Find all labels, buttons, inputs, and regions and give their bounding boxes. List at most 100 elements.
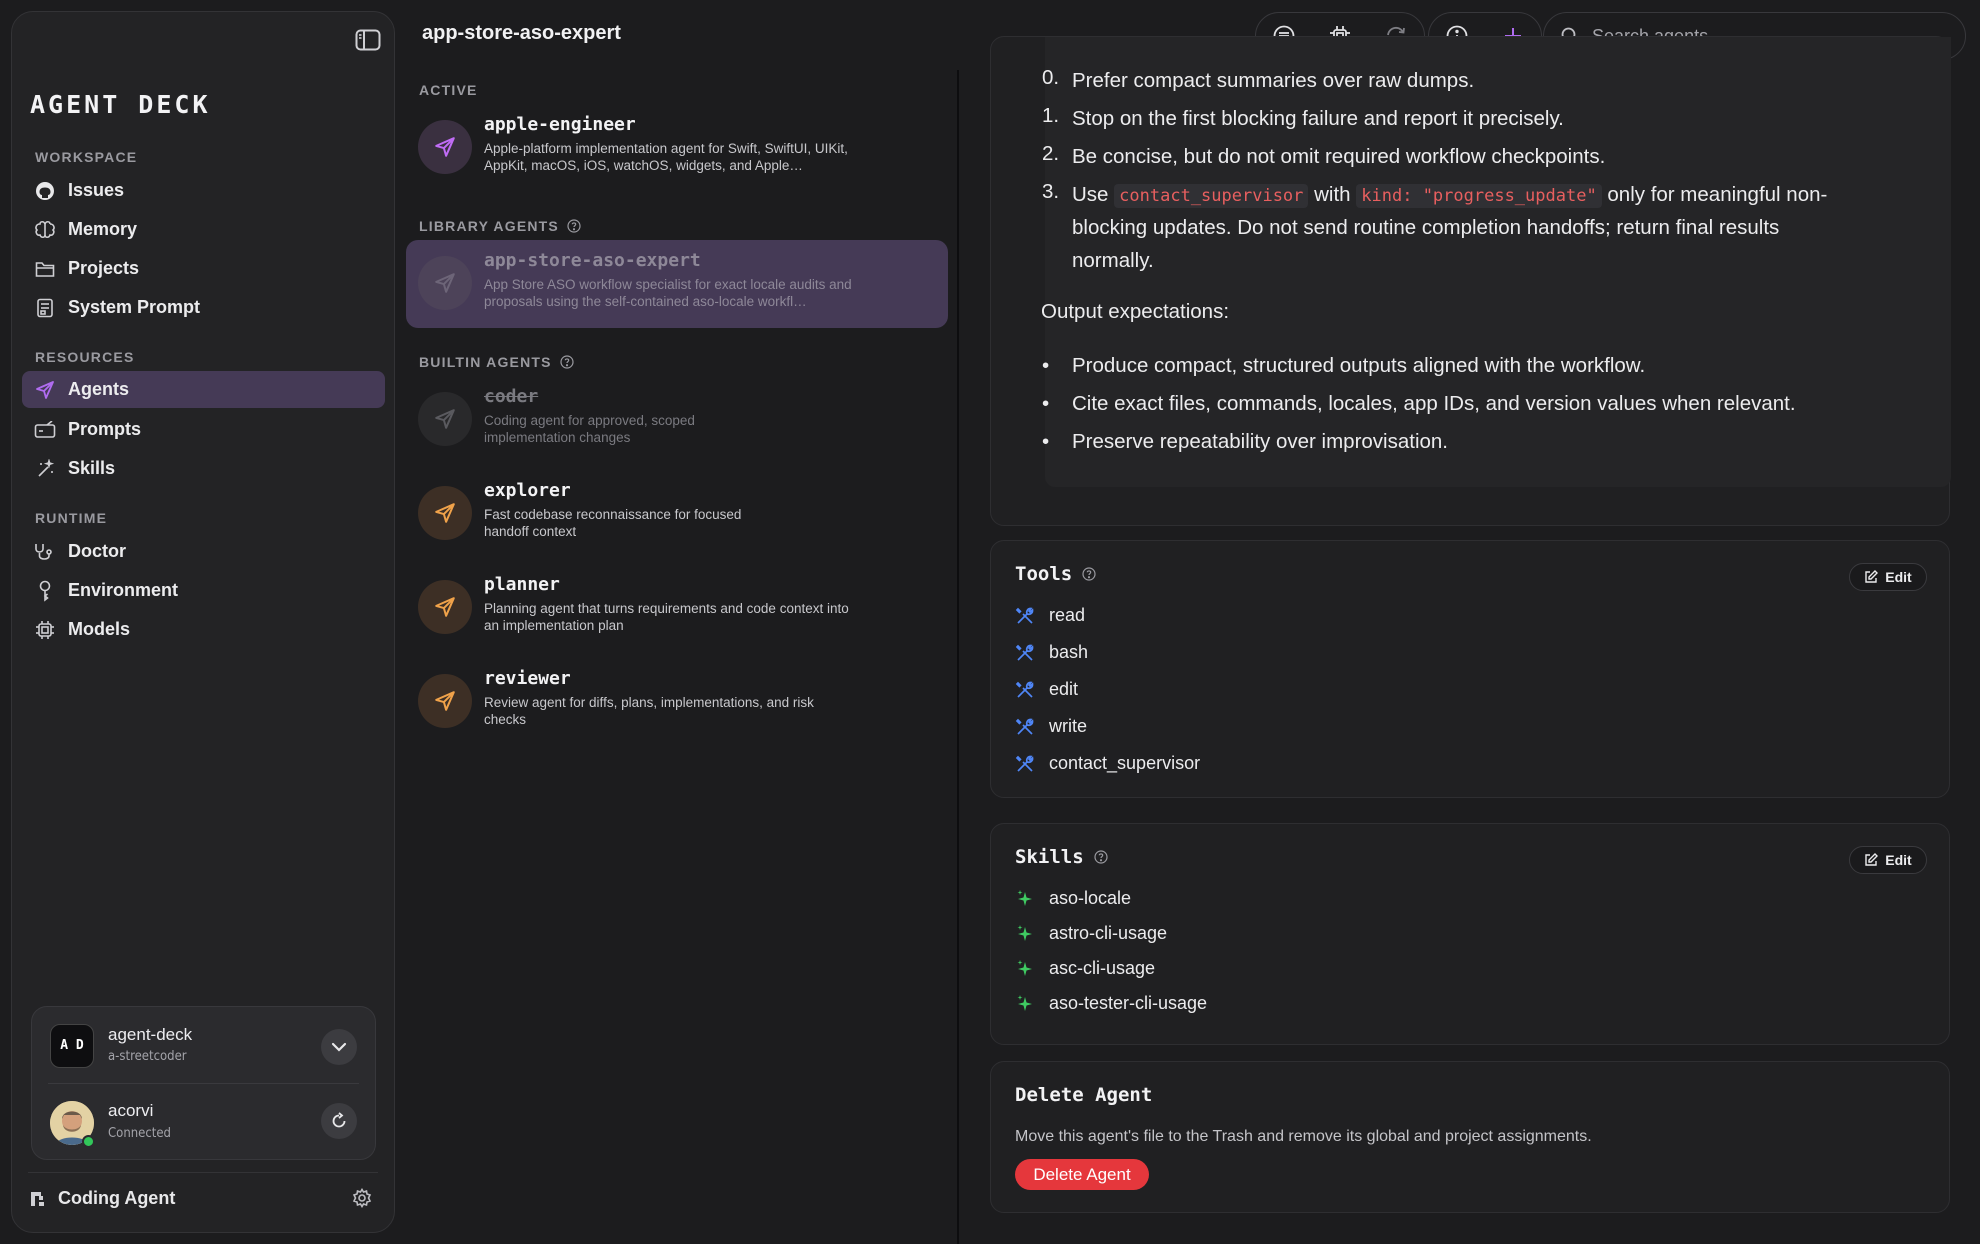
sidebar-item-issues[interactable]: Issues bbox=[22, 172, 385, 209]
delete-agent-card: Delete Agent Move this agent's file to t… bbox=[990, 1061, 1950, 1213]
bullet-dot: • bbox=[1042, 354, 1050, 377]
prompt-list-item-continued: normally. bbox=[1072, 249, 1154, 272]
coding-agent-label: Coding Agent bbox=[58, 1188, 176, 1208]
tools-title: Tools bbox=[1015, 563, 1096, 585]
settings-button[interactable] bbox=[352, 1187, 372, 1213]
coding-agent-link[interactable]: Coding Agent bbox=[30, 1188, 175, 1209]
sidebar-item-agents[interactable]: Agents bbox=[22, 371, 385, 408]
card-title-text: Tools bbox=[1015, 563, 1073, 585]
bullet-dot: • bbox=[1042, 430, 1050, 453]
workspace-owner: a-streetcoder bbox=[108, 1049, 187, 1064]
delete-description: Move this agent's file to the Trash and … bbox=[1015, 1128, 1592, 1145]
sidebar-toggle-button[interactable] bbox=[350, 22, 386, 58]
tool-name: read bbox=[1049, 605, 1086, 625]
bullet-item: • bbox=[1042, 392, 1049, 416]
sparkle-icon bbox=[1017, 924, 1032, 941]
agent-name: app-store-aso-expert bbox=[484, 250, 701, 271]
skill-name: asc-cli-usage bbox=[1049, 958, 1156, 978]
sparkle-icon bbox=[1017, 994, 1032, 1011]
tool-name: edit bbox=[1049, 679, 1079, 699]
sidebar-item-skills[interactable]: Skills bbox=[22, 450, 385, 487]
prompt-list-item: Use contact_supervisor with kind: "progr… bbox=[1072, 178, 1827, 213]
edit-skills-button[interactable]: Edit bbox=[1849, 846, 1927, 874]
agent-avatar bbox=[418, 674, 472, 728]
wrench-screwdriver-icon bbox=[1015, 755, 1034, 772]
agent-card-apple-engineer[interactable]: apple-engineer Apple-platform implementa… bbox=[406, 104, 948, 192]
send-icon bbox=[435, 503, 455, 523]
output-heading: Output expectations: bbox=[1041, 300, 1230, 323]
agent-name: apple-engineer bbox=[484, 114, 636, 135]
skill-item: aso-locale bbox=[1015, 888, 1131, 909]
agent-description: Fast codebase reconnaissance for focused… bbox=[484, 507, 742, 539]
sidebar-item-models[interactable]: Models bbox=[22, 611, 385, 648]
help-icon[interactable] bbox=[1082, 567, 1096, 581]
sidebar-item-projects[interactable]: Projects bbox=[22, 250, 385, 287]
send-icon bbox=[435, 597, 455, 617]
agent-card-planner[interactable]: planner Planning agent that turns requir… bbox=[406, 564, 948, 652]
section-label-builtin: BUILTIN AGENTS bbox=[419, 354, 574, 370]
tools-card: Tools Edit read bash edit write contact_… bbox=[990, 540, 1950, 798]
wrench-screwdriver-icon bbox=[1015, 718, 1034, 735]
bullet-text: Preserve repeatability over improvisatio… bbox=[1072, 430, 1448, 453]
delete-agent-button[interactable]: Delete Agent bbox=[1015, 1159, 1149, 1190]
tool-item: write bbox=[1015, 716, 1087, 737]
tool-item: bash bbox=[1015, 642, 1088, 663]
sidebar-item-system-prompt[interactable]: System Prompt bbox=[22, 289, 385, 326]
skills-title: Skills bbox=[1015, 846, 1108, 868]
prompt-list-item-continued: blocking updates. Do not send routine co… bbox=[1072, 216, 1780, 239]
inline-code: contact_supervisor bbox=[1114, 184, 1309, 208]
list-number: 0. bbox=[1042, 66, 1060, 89]
sidebar-item-prompts[interactable]: Prompts bbox=[22, 411, 385, 448]
agent-description: Coding agent for approved, scoped implem… bbox=[484, 413, 695, 445]
agent-avatar bbox=[418, 580, 472, 634]
list-number: 2. bbox=[1042, 142, 1060, 165]
agent-card-app-store-aso-expert[interactable]: app-store-aso-expert App Store ASO workf… bbox=[406, 240, 948, 328]
sidebar-item-memory[interactable]: Memory bbox=[22, 211, 385, 248]
skill-item: asc-cli-usage bbox=[1015, 958, 1155, 979]
list-number: 1. bbox=[1042, 104, 1060, 127]
magic-wand-icon bbox=[34, 458, 56, 480]
wrench-screwdriver-icon bbox=[1015, 607, 1034, 624]
prompt-list-item: Prefer compact summaries over raw dumps. bbox=[1072, 69, 1475, 92]
agent-card-coder[interactable]: coder Coding agent for approved, scoped … bbox=[406, 376, 948, 464]
agent-detail-pane: 0. Prefer compact summaries over raw dum… bbox=[960, 36, 1980, 1244]
sidebar-item-environment[interactable]: Environment bbox=[22, 572, 385, 609]
agent-description: Planning agent that turns requirements a… bbox=[484, 601, 849, 633]
send-icon bbox=[435, 409, 455, 429]
sidebar-item-label: Prompts bbox=[68, 419, 142, 439]
sparkle-icon bbox=[1017, 959, 1032, 976]
list-number: 3. bbox=[1042, 180, 1060, 203]
help-icon[interactable] bbox=[560, 355, 574, 369]
pane-divider[interactable] bbox=[957, 70, 959, 1244]
app-logo: AGENT DECK bbox=[30, 90, 211, 119]
agent-name: reviewer bbox=[484, 668, 571, 689]
document-icon bbox=[34, 297, 56, 319]
help-icon[interactable] bbox=[567, 219, 581, 233]
prompt-list-item: Be concise, but do not omit required wor… bbox=[1072, 145, 1606, 168]
agent-description: Apple-platform implementation agent for … bbox=[484, 141, 848, 173]
workspace-dropdown-button[interactable] bbox=[321, 1029, 357, 1065]
card-title-text: Skills bbox=[1015, 846, 1084, 868]
brain-icon bbox=[34, 219, 56, 241]
sidebar-item-doctor[interactable]: Doctor bbox=[22, 533, 385, 570]
agent-card-reviewer[interactable]: reviewer Review agent for diffs, plans, … bbox=[406, 658, 948, 746]
skill-name: aso-locale bbox=[1049, 888, 1132, 908]
sparkle-icon bbox=[1017, 889, 1032, 906]
sidebar-item-label: Projects bbox=[68, 258, 140, 278]
tool-item: read bbox=[1015, 605, 1085, 626]
section-label-text: BUILTIN AGENTS bbox=[419, 354, 552, 370]
tool-item: contact_supervisor bbox=[1015, 753, 1200, 774]
workspace-switcher[interactable]: A D agent-deck a-streetcoder bbox=[32, 1007, 375, 1079]
agent-card-explorer[interactable]: explorer Fast codebase reconnaissance fo… bbox=[406, 470, 948, 558]
agent-description: Review agent for diffs, plans, implement… bbox=[484, 695, 814, 727]
edit-icon bbox=[1865, 853, 1879, 866]
skills-card: Skills Edit aso-locale astro-cli-usage a… bbox=[990, 823, 1950, 1045]
help-icon[interactable] bbox=[1094, 850, 1108, 864]
stethoscope-icon bbox=[34, 541, 56, 563]
workspace-logo: A D bbox=[50, 1024, 94, 1068]
skill-name: aso-tester-cli-usage bbox=[1049, 993, 1208, 1013]
skill-name: astro-cli-usage bbox=[1049, 923, 1168, 943]
refresh-button[interactable] bbox=[321, 1103, 357, 1139]
edit-tools-button[interactable]: Edit bbox=[1849, 563, 1927, 591]
user-account[interactable]: acorvi Connected bbox=[32, 1087, 375, 1159]
